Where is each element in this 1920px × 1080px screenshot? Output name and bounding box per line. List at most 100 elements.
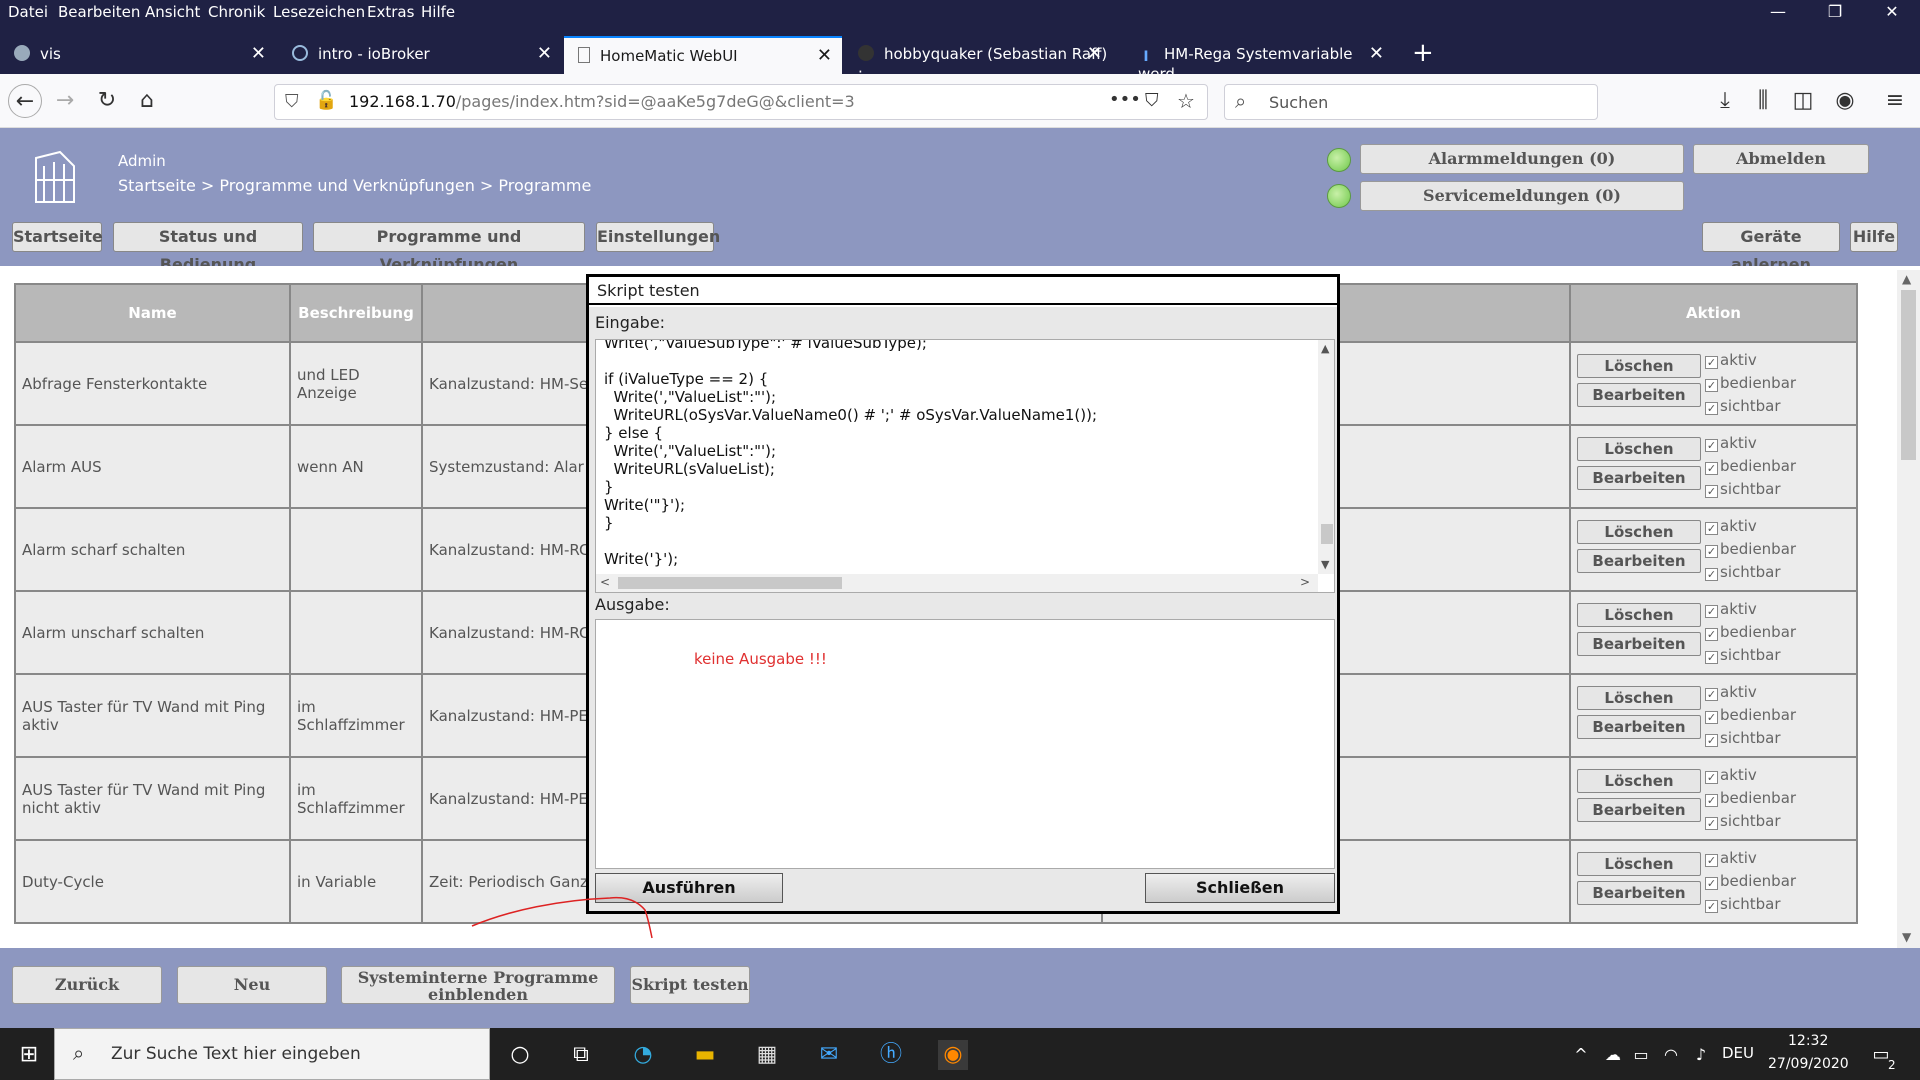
active-checkbox[interactable]: ✓ aktiv bbox=[1705, 432, 1796, 455]
active-checkbox[interactable]: ✓ aktiv bbox=[1705, 515, 1796, 538]
menu-datei[interactable]: Datei bbox=[8, 3, 48, 21]
show-internal-programs-button[interactable]: Systeminterne Programme einblenden bbox=[341, 966, 615, 1004]
visible-checkbox[interactable]: ✓ sichtbar bbox=[1705, 893, 1796, 916]
close-icon[interactable]: ✕ bbox=[1369, 43, 1384, 64]
file-explorer-icon[interactable]: ▬ bbox=[690, 1040, 720, 1070]
hamburger-menu-icon[interactable]: ≡ bbox=[1878, 84, 1912, 118]
scrollbar-thumb[interactable] bbox=[1901, 290, 1916, 460]
close-icon[interactable]: ✕ bbox=[817, 45, 832, 66]
sidebar-icon[interactable]: ◫ bbox=[1786, 84, 1820, 118]
nav-einstellungen-button[interactable]: Einstellungen bbox=[596, 222, 720, 252]
volume-icon[interactable]: ♪ bbox=[1686, 1040, 1716, 1070]
windows-start-icon[interactable]: ⊞ bbox=[14, 1040, 44, 1070]
edit-button[interactable]: Bearbeiten bbox=[1577, 383, 1701, 407]
active-checkbox[interactable]: ✓ aktiv bbox=[1705, 764, 1796, 787]
menu-lesezeichen[interactable]: Lesezeichen bbox=[273, 3, 365, 21]
delete-button[interactable]: Löschen bbox=[1577, 520, 1701, 544]
clock-time[interactable]: 12:32 bbox=[1788, 1033, 1828, 1049]
visible-checkbox[interactable]: ✓ sichtbar bbox=[1705, 478, 1796, 501]
delete-button[interactable]: Löschen bbox=[1577, 852, 1701, 876]
edge-icon[interactable]: ◔ bbox=[628, 1040, 658, 1070]
taskbar-search-input[interactable]: ⌕ Zur Suche Text hier eingeben bbox=[54, 1028, 490, 1080]
visible-checkbox[interactable]: ✓ sichtbar bbox=[1705, 561, 1796, 584]
menu-ansicht[interactable]: Ansicht bbox=[145, 3, 200, 21]
delete-button[interactable]: Löschen bbox=[1577, 437, 1701, 461]
library-icon[interactable]: ⫼ bbox=[1746, 84, 1780, 118]
delete-button[interactable]: Löschen bbox=[1577, 769, 1701, 793]
editable-checkbox[interactable]: ✓ bedienbar bbox=[1705, 787, 1796, 810]
scroll-up-icon[interactable]: ▲ bbox=[1902, 272, 1911, 286]
shield-icon[interactable]: ⛉ bbox=[285, 91, 299, 112]
script-editor[interactable]: Write(',"ValueSubType":' # iValueSubType… bbox=[595, 339, 1335, 593]
editable-checkbox[interactable]: ✓ bedienbar bbox=[1705, 870, 1796, 893]
scroll-up-icon[interactable]: ▲ bbox=[1321, 342, 1329, 355]
wifi-icon[interactable]: ◠ bbox=[1656, 1040, 1686, 1070]
minimize-icon[interactable]: — bbox=[1758, 2, 1798, 21]
forward-icon[interactable]: → bbox=[48, 84, 82, 118]
close-icon[interactable]: ✕ bbox=[537, 43, 552, 64]
tab-hm-rega[interactable]: IHM-Rega Systemvariable werd ✕ bbox=[1124, 36, 1394, 83]
active-checkbox[interactable]: ✓ aktiv bbox=[1705, 847, 1796, 870]
editable-checkbox[interactable]: ✓ bedienbar bbox=[1705, 455, 1796, 478]
scroll-down-icon[interactable]: ▼ bbox=[1902, 930, 1911, 944]
tab-hobbyquaker[interactable]: hobbyquaker (Sebastian Raff) · ✕ bbox=[844, 36, 1112, 81]
tray-chevron-icon[interactable]: ^ bbox=[1566, 1040, 1596, 1070]
restore-icon[interactable]: ❐ bbox=[1815, 2, 1855, 21]
scrollbar-thumb[interactable] bbox=[1321, 524, 1333, 544]
alarm-messages-button[interactable]: Alarmmeldungen (0) bbox=[1360, 144, 1684, 174]
close-icon[interactable]: ✕ bbox=[1087, 43, 1102, 64]
language-indicator[interactable]: DEU bbox=[1722, 1044, 1754, 1062]
test-script-button[interactable]: Skript testen bbox=[630, 966, 750, 1004]
more-icon[interactable]: ••• bbox=[1109, 89, 1141, 110]
close-icon[interactable]: ✕ bbox=[251, 43, 266, 64]
menu-extras[interactable]: Extras bbox=[367, 3, 414, 21]
logout-button[interactable]: Abmelden bbox=[1693, 144, 1869, 174]
insecure-lock-icon[interactable]: 🔓 bbox=[315, 90, 337, 111]
back-icon[interactable]: ← bbox=[8, 84, 42, 118]
col-description[interactable]: Beschreibung bbox=[289, 283, 423, 343]
hp-icon[interactable]: ⓗ bbox=[876, 1040, 906, 1070]
tab-iobroker[interactable]: intro - ioBroker ✕ bbox=[278, 36, 562, 74]
learn-devices-button[interactable]: Geräte anlernen bbox=[1702, 222, 1840, 274]
search-input[interactable]: ⌕ Suchen bbox=[1224, 84, 1598, 120]
scrollbar[interactable]: ▲ ▼ bbox=[1897, 270, 1920, 948]
active-checkbox[interactable]: ✓ aktiv bbox=[1705, 349, 1796, 372]
service-messages-button[interactable]: Servicemeldungen (0) bbox=[1360, 181, 1684, 211]
account-icon[interactable]: ◉ bbox=[1828, 84, 1862, 118]
clock-date[interactable]: 27/09/2020 bbox=[1768, 1056, 1849, 1072]
cortana-icon[interactable]: ○ bbox=[505, 1040, 535, 1070]
nav-programme-button[interactable]: Programme und Verknüpfungen bbox=[313, 222, 585, 274]
visible-checkbox[interactable]: ✓ sichtbar bbox=[1705, 727, 1796, 750]
editable-checkbox[interactable]: ✓ bedienbar bbox=[1705, 372, 1796, 395]
menu-chronik[interactable]: Chronik bbox=[208, 3, 265, 21]
col-name[interactable]: Name bbox=[14, 283, 291, 343]
scrollbar-thumb[interactable] bbox=[618, 577, 842, 589]
edit-button[interactable]: Bearbeiten bbox=[1577, 632, 1701, 656]
firefox-icon[interactable]: ◉ bbox=[938, 1040, 968, 1070]
edit-button[interactable]: Bearbeiten bbox=[1577, 549, 1701, 573]
visible-checkbox[interactable]: ✓ sichtbar bbox=[1705, 644, 1796, 667]
store-icon[interactable]: ▦ bbox=[752, 1040, 782, 1070]
delete-button[interactable]: Löschen bbox=[1577, 686, 1701, 710]
mail-icon[interactable]: ✉ bbox=[814, 1040, 844, 1070]
home-icon[interactable]: ⌂ bbox=[130, 84, 164, 118]
task-view-icon[interactable]: ⧉ bbox=[566, 1040, 596, 1070]
active-checkbox[interactable]: ✓ aktiv bbox=[1705, 681, 1796, 704]
help-button[interactable]: Hilfe bbox=[1850, 222, 1898, 252]
edit-button[interactable]: Bearbeiten bbox=[1577, 715, 1701, 739]
scroll-left-icon[interactable]: < bbox=[600, 575, 610, 589]
editor-hscrollbar[interactable]: < > bbox=[596, 574, 1318, 592]
visible-checkbox[interactable]: ✓ sichtbar bbox=[1705, 395, 1796, 418]
menu-bearbeiten[interactable]: Bearbeiten bbox=[58, 3, 140, 21]
new-button[interactable]: Neu bbox=[177, 966, 327, 1004]
new-tab-icon[interactable]: + bbox=[1412, 38, 1434, 68]
reload-icon[interactable]: ↻ bbox=[90, 84, 124, 118]
delete-button[interactable]: Löschen bbox=[1577, 603, 1701, 627]
download-icon[interactable]: ⤓ bbox=[1708, 84, 1742, 118]
editable-checkbox[interactable]: ✓ bedienbar bbox=[1705, 538, 1796, 561]
output-area[interactable]: keine Ausgabe !!! bbox=[595, 619, 1335, 869]
back-button[interactable]: Zurück bbox=[12, 966, 162, 1004]
nav-startseite-button[interactable]: Startseite bbox=[12, 222, 103, 252]
url-bar[interactable]: ⛉ 🔓 192.168.1.70/pages/index.htm?sid=@aa… bbox=[274, 84, 1208, 120]
scroll-right-icon[interactable]: > bbox=[1300, 575, 1310, 589]
